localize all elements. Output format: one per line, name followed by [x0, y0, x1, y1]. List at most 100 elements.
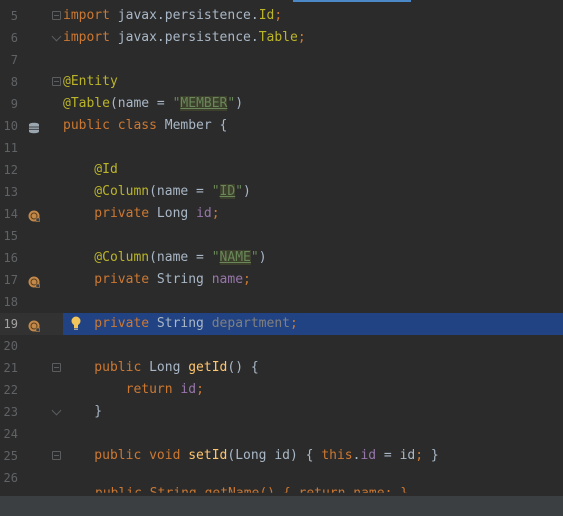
code-line[interactable]: 17 private String name;	[0, 269, 563, 291]
code-token: private	[63, 316, 157, 331]
code-line[interactable]: 26	[0, 467, 563, 489]
code-line[interactable]: 21 public Long getId() {	[0, 357, 563, 379]
fold-marker-icon[interactable]	[52, 11, 61, 20]
code-line[interactable]: 23 }	[0, 401, 563, 423]
code-text: @Table(name = "MEMBER")	[63, 93, 243, 115]
code-token: ;	[196, 382, 204, 397]
code-token: import	[63, 8, 118, 23]
line-number: 5	[10, 9, 18, 23]
code-text: public class Member {	[63, 115, 227, 137]
code-text: public Long getId() {	[63, 357, 258, 379]
code-line[interactable]: 13 @Column(name = "ID")	[0, 181, 563, 203]
code-token: public	[63, 360, 150, 375]
code-token: @Entity	[63, 74, 118, 89]
code-token: Member {	[164, 118, 228, 133]
code-token: this	[321, 448, 353, 463]
line-number: 15	[3, 229, 18, 243]
code-token: )	[258, 250, 267, 265]
code-token: "	[250, 250, 259, 265]
code-token: @Column	[63, 184, 150, 199]
code-editor[interactable]: 5 import javax.persistence.Id; 6 import jav…	[0, 0, 563, 516]
line-number: 7	[10, 53, 18, 67]
code-line[interactable]: 6 import javax.persistence.Table;	[0, 27, 563, 49]
code-token: javax.persistence.	[117, 30, 259, 45]
line-number: 23	[3, 405, 18, 419]
code-token: "	[211, 250, 220, 265]
line-number: 25	[3, 449, 18, 463]
code-token: Id	[258, 8, 275, 23]
code-text: private String name;	[63, 269, 251, 291]
code-token: ;	[297, 30, 306, 45]
line-number: 20	[3, 339, 18, 353]
line-number: 17	[3, 273, 18, 287]
code-line[interactable]: 15	[0, 225, 563, 247]
code-token: Table	[258, 30, 298, 45]
fold-end-icon[interactable]	[52, 33, 61, 42]
code-token: }	[63, 404, 103, 419]
code-line[interactable]: 22 return id;	[0, 379, 563, 401]
code-token: @Table	[63, 96, 110, 111]
code-token: ID	[219, 184, 236, 199]
code-line[interactable]: 16 @Column(name = "NAME")	[0, 247, 563, 269]
fold-marker-icon[interactable]	[52, 77, 61, 86]
code-token: "	[211, 184, 220, 199]
code-token: ;	[211, 206, 220, 221]
code-token: (name =	[109, 96, 173, 111]
editor-bottom-bar	[0, 496, 563, 516]
code-text: @Entity	[63, 71, 118, 93]
code-line[interactable]: 20	[0, 335, 563, 357]
code-text: import javax.persistence.Table;	[63, 27, 306, 49]
code-token: id	[360, 448, 377, 463]
line-number: 9	[10, 97, 18, 111]
code-token: setId	[188, 448, 228, 463]
code-token: String	[156, 316, 212, 331]
code-line[interactable]: 5 import javax.persistence.Id;	[0, 5, 563, 27]
code-token: String	[156, 272, 212, 287]
code-token: }	[423, 448, 439, 463]
entity-attribute-icon[interactable]	[28, 208, 40, 222]
code-text: private Long id;	[63, 203, 220, 225]
code-text: private String department;	[63, 313, 298, 335]
code-line[interactable]: 12 @Id	[0, 159, 563, 181]
code-token: ;	[243, 272, 251, 287]
line-number: 14	[3, 207, 18, 221]
code-line[interactable]: 10 public class Member {	[0, 115, 563, 137]
code-token: private	[63, 206, 157, 221]
code-line[interactable]: 7	[0, 49, 563, 71]
entity-attribute-icon[interactable]	[28, 318, 40, 332]
line-number: 16	[3, 251, 18, 265]
fold-marker-icon[interactable]	[52, 451, 61, 460]
line-number: 22	[3, 383, 18, 397]
code-text: @Column(name = "ID")	[63, 181, 251, 203]
database-table-icon[interactable]	[28, 120, 40, 134]
code-token: public class	[63, 118, 165, 133]
line-number: 12	[3, 163, 18, 177]
code-line[interactable]: 11	[0, 137, 563, 159]
code-text: return id;	[63, 379, 204, 401]
code-token: return	[63, 382, 181, 397]
fold-end-icon[interactable]	[52, 407, 61, 416]
code-line[interactable]: 9 @Table(name = "MEMBER")	[0, 93, 563, 115]
code-line[interactable]: 14 private Long id;	[0, 203, 563, 225]
code-token: NAME	[219, 250, 251, 265]
code-token: @Id	[63, 162, 118, 177]
line-number: 11	[3, 141, 18, 155]
line-number: 19	[3, 317, 18, 331]
line-number: 18	[3, 295, 18, 309]
code-token: private	[63, 272, 157, 287]
code-line[interactable]: 18	[0, 291, 563, 313]
code-token: name	[211, 272, 244, 287]
fold-marker-icon[interactable]	[52, 363, 61, 372]
code-token: MEMBER	[180, 96, 228, 111]
code-token: @Column	[63, 250, 150, 265]
code-token: ;	[415, 448, 424, 463]
code-token: )	[243, 184, 251, 199]
code-line[interactable]: 24	[0, 423, 563, 445]
code-line[interactable]: 19 private String department;	[0, 313, 563, 335]
code-line[interactable]: 25 public void setId(Long id) { this.id …	[0, 445, 563, 467]
code-line[interactable]: 8 @Entity	[0, 71, 563, 93]
code-token: "	[235, 184, 244, 199]
code-token: id	[180, 382, 197, 397]
entity-attribute-icon[interactable]	[28, 274, 40, 288]
line-number: 8	[10, 75, 18, 89]
